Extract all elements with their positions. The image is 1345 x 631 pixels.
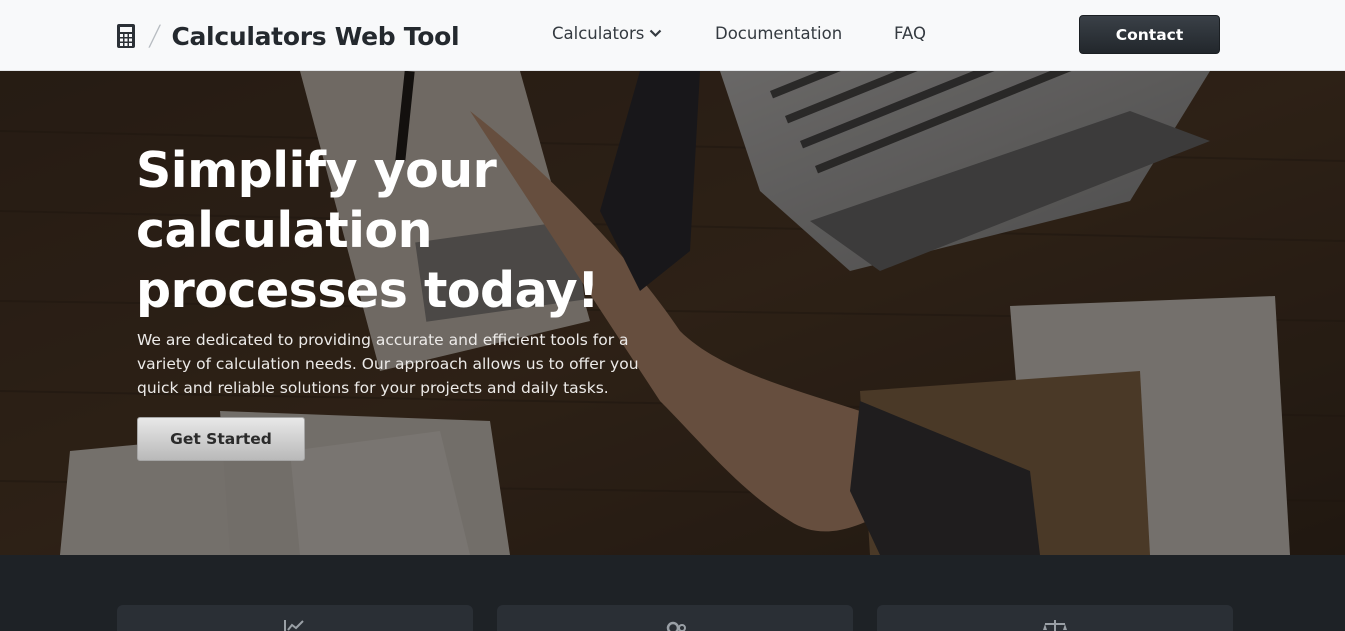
feature-card [117,605,473,631]
brand-name: Calculators Web Tool [171,21,460,51]
feature-card [497,605,853,631]
balance-scale-icon [1043,620,1067,631]
contact-button[interactable]: Contact [1079,15,1220,54]
chart-line-icon [284,620,304,631]
nav-documentation[interactable]: Documentation [715,24,842,43]
calculator-icon [117,24,135,48]
navbar: / Calculators Web Tool Calculators Docum… [0,0,1345,71]
nav-calculators-label: Calculators [552,24,645,43]
hero-description: We are dedicated to providing accurate a… [137,331,639,397]
brand-divider: / [147,19,163,52]
gear-icon [666,621,686,631]
features-section [0,555,1345,631]
brand-link[interactable]: / Calculators Web Tool [116,19,460,52]
chevron-down-icon [650,29,662,38]
nav-calculators-dropdown[interactable]: Calculators [552,24,662,43]
hero-title: Simplify your calculation processes toda… [136,142,599,319]
get-started-button[interactable]: Get Started [137,417,305,461]
feature-card [877,605,1233,631]
nav-faq[interactable]: FAQ [894,24,926,43]
hero-section: Simplify your calculation processes toda… [0,71,1345,555]
